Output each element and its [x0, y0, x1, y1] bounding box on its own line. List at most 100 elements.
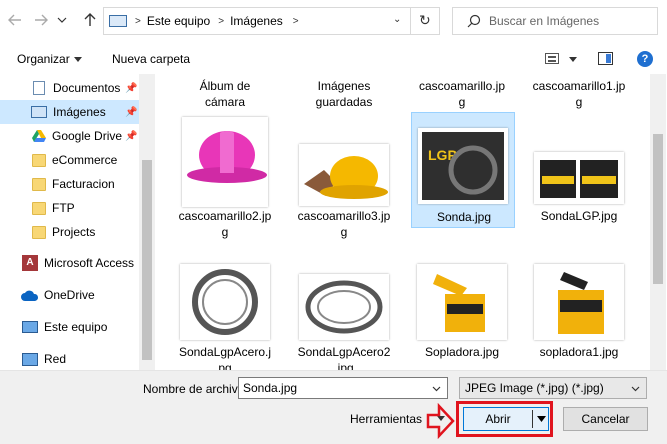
yellow-helmet-gloves-thumbnail [304, 156, 388, 199]
file-name: cascoamarillo.jp g [418, 79, 506, 109]
help-icon[interactable]: ? [637, 51, 653, 67]
preview-pane-icon[interactable] [598, 52, 613, 65]
address-divider [410, 8, 411, 34]
file-name: cascoamarillo3.jp g [297, 209, 391, 239]
sidebar-item-label: Red [44, 352, 67, 366]
pictures-icon [31, 106, 47, 118]
up-button[interactable] [80, 10, 100, 30]
steel-coil-2-thumbnail [305, 280, 383, 334]
network-icon [22, 352, 38, 366]
open-button[interactable]: Abrir [463, 407, 549, 431]
sidebar-item-onedrive[interactable]: OneDrive [0, 283, 140, 307]
pin-icon: 📌 [125, 106, 138, 118]
sidebar-item-label: FTP [52, 201, 75, 215]
cancel-button-label: Cancelar [581, 412, 630, 426]
annotation-arrow-icon [426, 403, 455, 440]
computer-icon [22, 321, 38, 333]
file-tile-sopladora[interactable]: Sopladora.jpg [411, 264, 513, 370]
address-dropdown-chevron-icon[interactable]: ⌄ [393, 14, 401, 25]
file-name: cascoamarillo1.jp g [532, 79, 626, 109]
file-list: Álbum de cámara Imágenes guardadas casco… [155, 74, 648, 370]
sidebar-item-label: Imágenes [53, 105, 106, 119]
view-chevron-icon[interactable] [569, 57, 577, 62]
folder-icon [32, 201, 46, 215]
dialog-footer: Nombre de archivo: Sonda.jpg JPEG Image … [0, 370, 667, 444]
sidebar-scrollbar[interactable] [139, 74, 155, 370]
sidebar-item-documentos[interactable]: Documentos 📌 [0, 76, 140, 100]
sidebar-item-label: Facturacion [52, 177, 115, 191]
blower-thumbnail [433, 274, 485, 332]
file-list-scrollbar[interactable] [650, 74, 666, 370]
filetype-select[interactable]: JPEG Image (*.jpg) (*.jpg) [459, 377, 647, 399]
file-tile-cascoamarillo3[interactable]: cascoamarillo3.jp g [293, 114, 395, 244]
navigation-pane: Documentos 📌 Imágenes 📌 Google Drive 📌 e… [0, 74, 153, 370]
file-tile-imagenes-guardadas[interactable]: Imágenes guardadas [293, 74, 395, 114]
chevron-down-icon[interactable] [432, 386, 441, 392]
back-arrow-icon [8, 14, 21, 26]
folder-icon [32, 225, 46, 239]
file-tile-sondalgpacero[interactable]: SondaLgpAcero.j pg [174, 264, 276, 370]
file-tile-sopladora1[interactable]: sopladora1.jpg [528, 264, 630, 370]
breadcrumb-este-equipo[interactable]: Este equipo [147, 14, 210, 28]
sidebar-item-microsoft-access[interactable]: A Microsoft Access [0, 251, 140, 275]
file-tile-sondalgpacero2[interactable]: SondaLgpAcero2 .jpg [293, 264, 395, 370]
breadcrumb-separator: > [135, 15, 141, 27]
search-input[interactable]: Buscar en Imágenes [489, 14, 599, 28]
file-list-scroll-thumb[interactable] [653, 134, 663, 284]
filename-field[interactable]: Sonda.jpg [238, 377, 448, 399]
image-thumbnail [534, 152, 624, 204]
pink-helmet-thumbnail [187, 131, 267, 183]
image-thumbnail [180, 264, 270, 340]
image-thumbnail [299, 144, 389, 206]
sidebar-item-projects[interactable]: Projects [0, 220, 140, 244]
refresh-icon[interactable]: ↻ [419, 12, 431, 29]
organize-button[interactable]: Organizar [17, 52, 70, 66]
sidebar-item-ftp[interactable]: FTP [0, 196, 140, 220]
sidebar-item-google-drive[interactable]: Google Drive 📌 [0, 124, 140, 148]
chevron-down-icon [631, 386, 640, 392]
organize-chevron-icon [74, 57, 82, 62]
file-tile-sondalgp[interactable]: SondaLGP.jpg [528, 114, 630, 244]
pictures-icon [109, 15, 127, 27]
file-tile-cascoamarillo1[interactable]: cascoamarillo1.jp g [528, 74, 630, 114]
file-name: Sopladora.jpg [424, 345, 500, 359]
view-options-icon[interactable] [545, 53, 559, 64]
open-split-chevron-icon[interactable] [537, 416, 546, 422]
forward-arrow-icon [35, 14, 48, 26]
address-bar[interactable]: > Este equipo > Imágenes > ⌄ ↻ [103, 7, 440, 35]
sidebar-item-label: OneDrive [44, 288, 95, 302]
sidebar-item-label: Microsoft Access [44, 256, 135, 270]
sidebar-item-este-equipo[interactable]: Este equipo [0, 315, 140, 339]
sidebar-scroll-thumb[interactable] [142, 160, 152, 360]
file-tile-album-camara[interactable]: Álbum de cámara [174, 74, 276, 114]
onedrive-icon [21, 290, 39, 301]
filename-label: Nombre de archivo: [143, 382, 248, 396]
image-thumbnail [299, 274, 389, 340]
search-box[interactable]: Buscar en Imágenes [452, 7, 658, 35]
sidebar-item-label: Google Drive [52, 129, 123, 143]
pin-icon: 📌 [125, 130, 138, 142]
image-thumbnail: LGP [418, 128, 508, 204]
filename-value[interactable]: Sonda.jpg [243, 381, 297, 395]
file-name: Sonda.jpg [436, 210, 492, 224]
forward-button[interactable] [31, 10, 51, 30]
sidebar-item-facturacion[interactable]: Facturacion [0, 172, 140, 196]
tools-button[interactable]: Herramientas [350, 412, 422, 426]
new-folder-button[interactable]: Nueva carpeta [112, 52, 190, 66]
file-name: cascoamarillo2.jp g [178, 209, 272, 239]
cancel-button[interactable]: Cancelar [563, 407, 648, 431]
file-tile-cascoamarillo[interactable]: cascoamarillo.jp g [411, 74, 513, 114]
breadcrumb-imagenes[interactable]: Imágenes [230, 14, 283, 28]
sidebar-item-imagenes[interactable]: Imágenes 📌 [0, 100, 140, 124]
address-row: > Este equipo > Imágenes > ⌄ ↻ Buscar en… [0, 0, 667, 44]
file-name: SondaLgpAcero2 .jpg [297, 345, 391, 370]
back-button[interactable] [5, 10, 25, 30]
search-icon [467, 14, 481, 28]
sidebar-item-red[interactable]: Red [0, 347, 140, 370]
sidebar-item-ecommerce[interactable]: eCommerce [0, 148, 140, 172]
recent-locations-button[interactable] [55, 10, 69, 30]
breadcrumb-separator: > [218, 15, 225, 27]
file-tile-cascoamarillo2[interactable]: cascoamarillo2.jp g [174, 114, 276, 244]
sonda-coil-thumbnail: LGP [422, 132, 504, 200]
file-tile-sonda[interactable]: LGP Sonda.jpg [411, 112, 515, 228]
